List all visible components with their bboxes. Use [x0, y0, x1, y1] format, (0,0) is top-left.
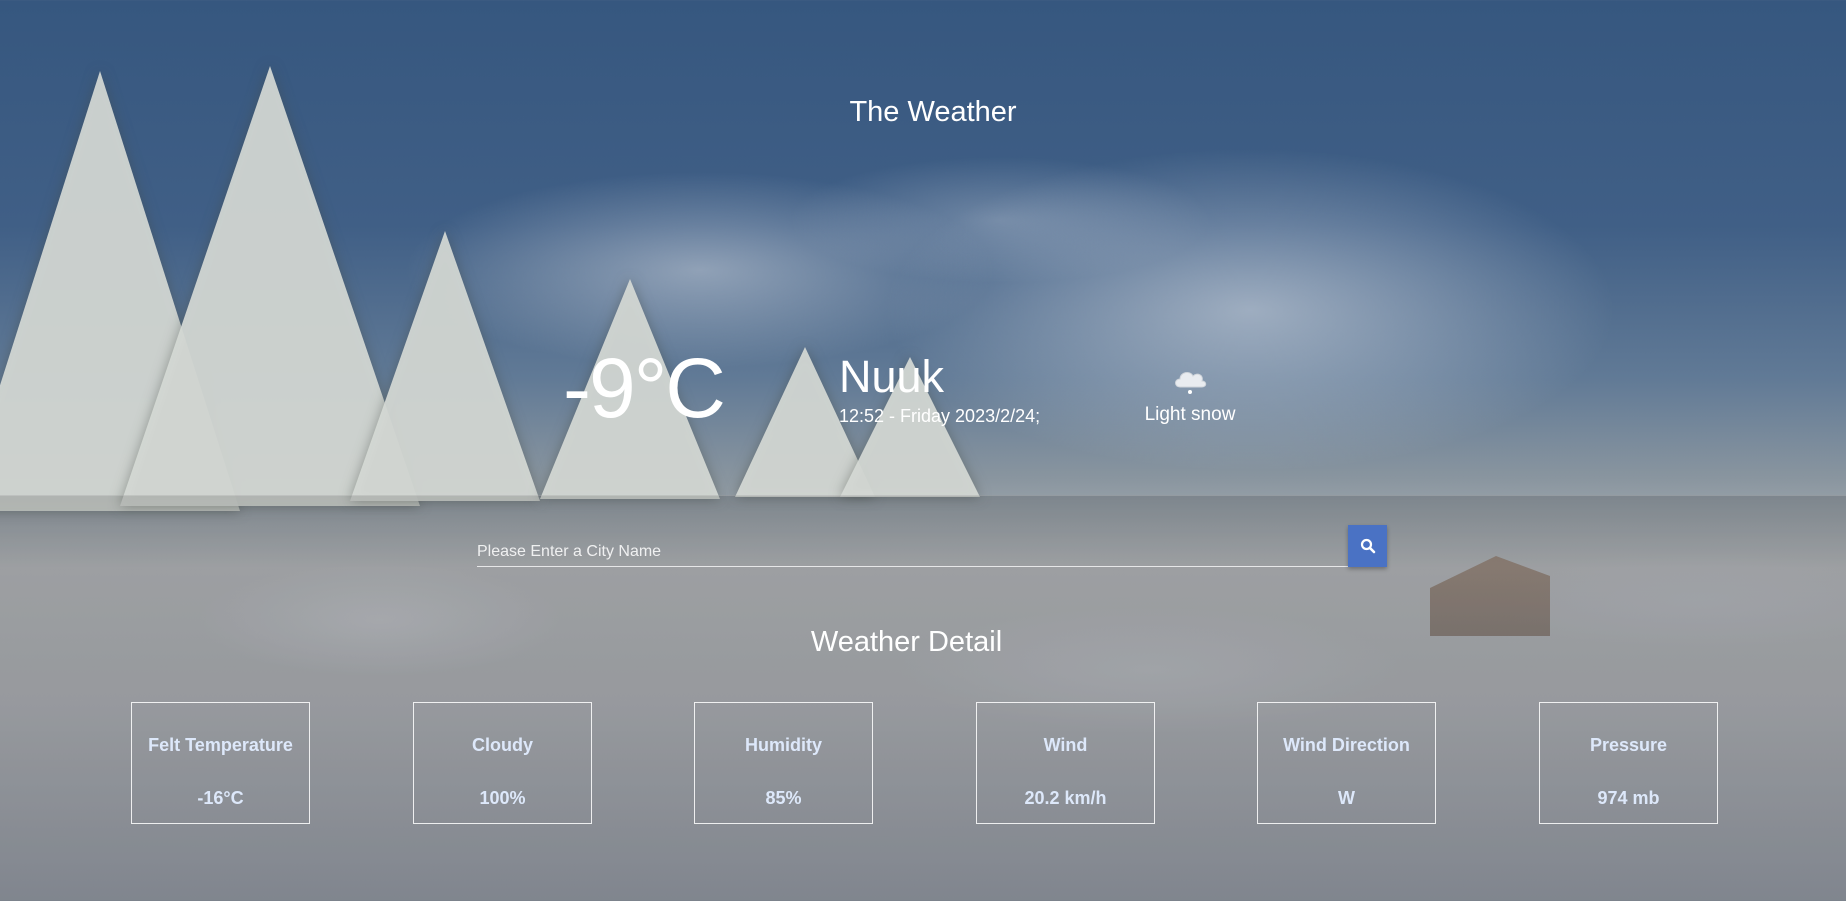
detail-card-label: Wind Direction: [1283, 735, 1410, 755]
app-title: The Weather: [849, 96, 1017, 128]
detail-card-humidity: Humidity 85%: [694, 702, 873, 824]
city-name: Nuuk: [839, 351, 945, 402]
detail-card-value: 100%: [479, 788, 526, 808]
detail-card-pressure: Pressure 974 mb: [1539, 702, 1718, 824]
weather-condition: Light snow: [1130, 365, 1250, 427]
current-temperature: -9°C: [563, 341, 726, 435]
detail-card-value: 85%: [765, 788, 802, 808]
search-icon: [1360, 538, 1376, 554]
detail-card-wind-direction: Wind Direction W: [1257, 702, 1436, 824]
detail-card-value: 20.2 km/h: [1024, 788, 1107, 808]
condition-label: Light snow: [1144, 404, 1236, 425]
detail-card-felt-temperature: Felt Temperature -16°C: [131, 702, 310, 824]
weather-detail-cards: Felt Temperature -16°C Cloudy 100% Humid…: [0, 702, 1846, 824]
weather-detail-title: Weather Detail: [810, 626, 1003, 658]
detail-card-label: Pressure: [1589, 735, 1668, 755]
snowy-tree-image: [350, 231, 540, 501]
detail-card-label: Humidity: [744, 735, 822, 755]
detail-card-label: Felt Temperature: [148, 735, 293, 755]
detail-card-cloudy: Cloudy 100%: [413, 702, 592, 824]
detail-card-value: W: [1338, 788, 1355, 808]
search-button[interactable]: [1348, 525, 1387, 567]
city-search: [477, 525, 1387, 569]
detail-card-label: Cloudy: [472, 735, 533, 755]
detail-card-value: -16°C: [197, 788, 244, 808]
city-search-input[interactable]: [477, 525, 1348, 567]
detail-card-wind: Wind 20.2 km/h: [976, 702, 1155, 824]
light-snow-cloud-icon: [1170, 365, 1210, 397]
current-datetime: 12:52 - Friday 2023/2/24;: [839, 406, 1041, 426]
detail-card-label: Wind: [1043, 735, 1088, 755]
detail-card-value: 974 mb: [1597, 788, 1660, 808]
